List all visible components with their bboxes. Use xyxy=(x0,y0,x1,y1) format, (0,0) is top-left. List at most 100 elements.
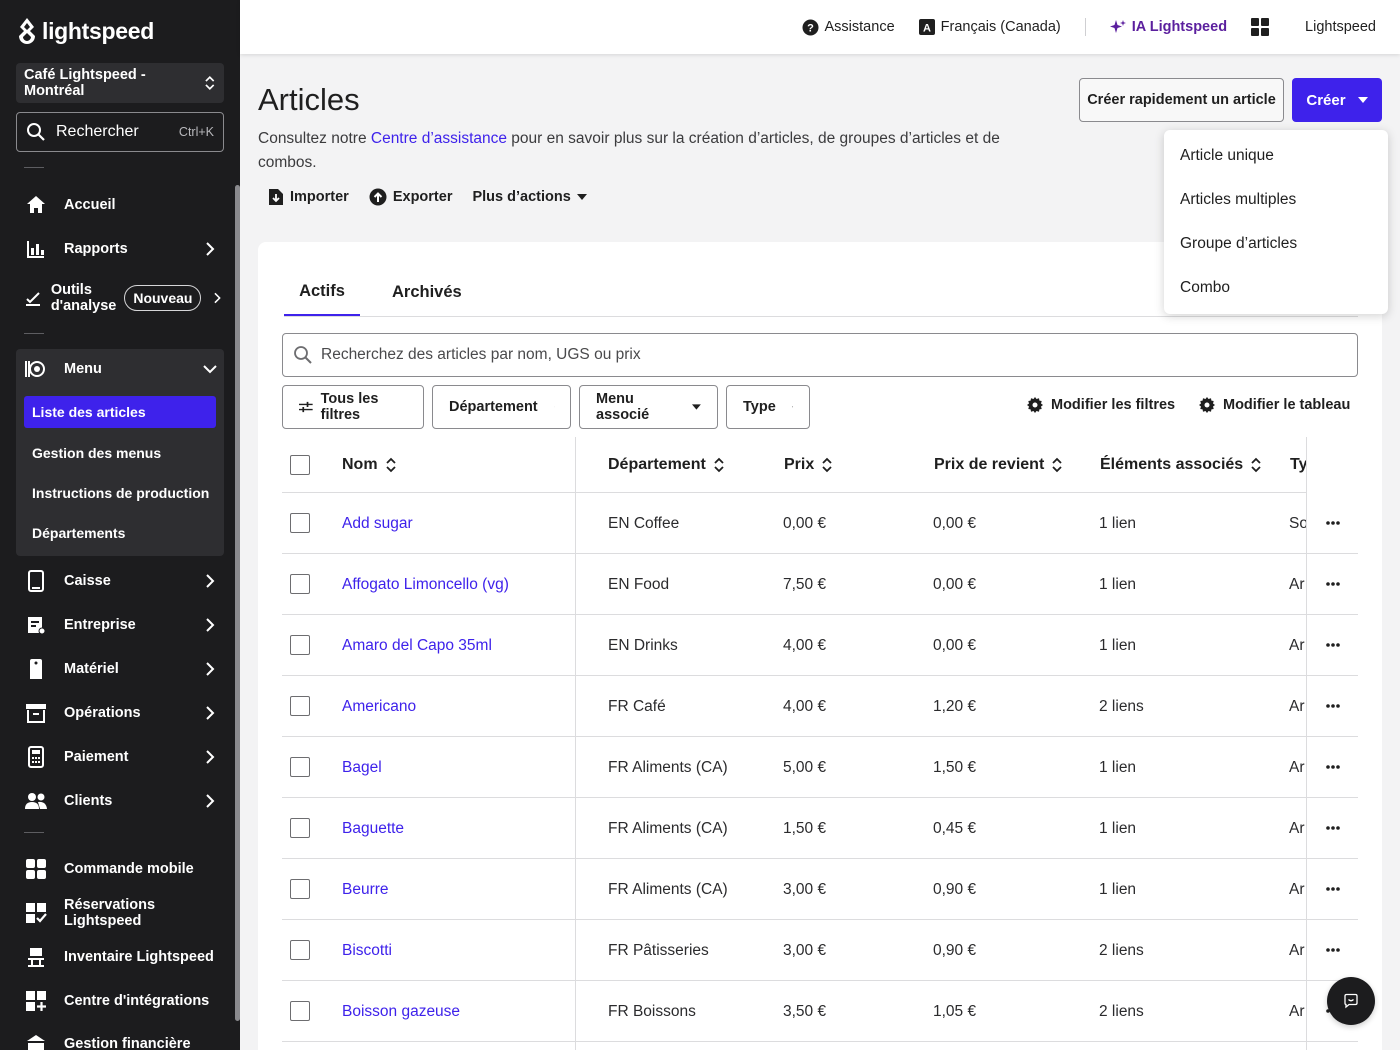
nav-integrations[interactable]: Centre d'intégrations xyxy=(16,981,224,1021)
article-search-input[interactable] xyxy=(321,346,1357,364)
sub-item-gestion-menus[interactable]: Gestion des menus xyxy=(24,437,216,469)
department-filter[interactable]: Département xyxy=(432,385,571,429)
cell-cost: 0,00 € xyxy=(933,636,977,654)
nav-entreprise[interactable]: Entreprise xyxy=(16,605,224,645)
row-actions-button[interactable] xyxy=(1322,817,1344,839)
row-checkbox[interactable] xyxy=(290,940,310,960)
nav-paiement[interactable]: Paiement xyxy=(16,737,224,777)
home-icon xyxy=(24,193,48,217)
table-row[interactable]: Americano FR Café 4,00 € 1,20 € 2 liens Ar xyxy=(282,676,1358,737)
column-header-cost[interactable]: Prix de revient xyxy=(934,437,1062,493)
sub-item-departements[interactable]: Départements xyxy=(24,517,216,549)
nav-commande-mobile[interactable]: Commande mobile xyxy=(16,849,224,889)
chat-button[interactable] xyxy=(1327,977,1375,1025)
menu-item-groupe-articles[interactable]: Groupe d’articles xyxy=(1164,222,1388,266)
menu-item-articles-multiples[interactable]: Articles multiples xyxy=(1164,178,1388,222)
table-row[interactable]: Affogato Limoncello (vg) EN Food 7,50 € 0,0… xyxy=(282,554,1358,615)
nav-inventaire[interactable]: Inventaire Lightspeed xyxy=(16,937,224,977)
nav-gestion-financiere[interactable]: Gestion financière xyxy=(16,1024,224,1050)
apps-launcher[interactable] xyxy=(1251,18,1270,36)
nav-clients[interactable]: Clients xyxy=(16,781,224,821)
language-selector[interactable]: A Français (Canada) xyxy=(918,19,1061,35)
cell-name[interactable]: Add sugar xyxy=(342,493,582,554)
article-search[interactable] xyxy=(282,333,1358,377)
all-filters-button[interactable]: Tous les filtres xyxy=(282,385,424,429)
cell-name[interactable]: Boisson gazeuse xyxy=(342,981,582,1042)
tab-actifs[interactable]: Actifs xyxy=(284,268,360,316)
table-row[interactable]: Amaro del Capo 35ml EN Drinks 4,00 € 0,00 €… xyxy=(282,615,1358,676)
table-row[interactable]: Beurre FR Aliments (CA) 3,00 € 0,90 € 1 lien… xyxy=(282,859,1358,920)
column-header-price[interactable]: Prix xyxy=(784,437,832,493)
analytics-icon xyxy=(24,286,43,310)
venue-selector[interactable]: Café Lightspeed - Montréal xyxy=(16,63,224,103)
row-actions-button[interactable] xyxy=(1322,634,1344,656)
more-actions-button[interactable]: Plus d’actions xyxy=(472,189,587,205)
table-row[interactable]: Boisson gazeuse FR Boissons 3,50 € 1,05 € 2 … xyxy=(282,981,1358,1042)
create-menu: Article unique Articles multiples Groupe… xyxy=(1164,130,1388,314)
row-actions-button[interactable] xyxy=(1322,573,1344,595)
menu-item-article-unique[interactable]: Article unique xyxy=(1164,134,1388,178)
table-row[interactable]: Bagel FR Aliments (CA) 5,00 € 1,50 € 1 lien A… xyxy=(282,737,1358,798)
column-header-type[interactable]: Ty xyxy=(1290,437,1306,493)
cell-department: EN Drinks xyxy=(608,636,678,654)
row-checkbox[interactable] xyxy=(290,513,310,533)
row-actions-button[interactable] xyxy=(1322,878,1344,900)
cell-name[interactable]: Baguette xyxy=(342,798,582,859)
table-row[interactable]: Add sugar EN Coffee 0,00 € 0,00 € 1 lien So xyxy=(282,493,1358,554)
row-checkbox[interactable] xyxy=(290,757,310,777)
row-actions-button[interactable] xyxy=(1322,695,1344,717)
row-checkbox[interactable] xyxy=(290,696,310,716)
cell-name[interactable]: Bagel xyxy=(342,737,582,798)
tab-archives[interactable]: Archivés xyxy=(392,268,462,316)
cell-name[interactable]: Beurre xyxy=(342,859,582,920)
description-text: Consultez notre xyxy=(258,130,371,147)
lightspeed-logo[interactable]: lightspeed xyxy=(16,16,154,46)
type-filter[interactable]: Type xyxy=(726,385,810,429)
export-button[interactable]: Exporter xyxy=(369,188,452,206)
row-checkbox[interactable] xyxy=(290,818,310,838)
cell-name[interactable]: Amaro del Capo 35ml xyxy=(342,615,582,676)
quick-create-button[interactable]: Créer rapidement un article xyxy=(1079,78,1284,122)
column-header-name[interactable]: Nom xyxy=(342,437,396,493)
row-actions-button[interactable] xyxy=(1322,512,1344,534)
cell-name[interactable]: Affogato Limoncello (vg) xyxy=(342,554,582,615)
edit-filters-button[interactable]: Modifier les filtres xyxy=(1027,397,1175,413)
cell-name[interactable]: Americano xyxy=(342,676,582,737)
row-actions-button[interactable] xyxy=(1322,939,1344,961)
menu-filter[interactable]: Menu associé xyxy=(579,385,718,429)
column-header-department[interactable]: Département xyxy=(608,437,724,493)
row-checkbox[interactable] xyxy=(290,1001,310,1021)
select-all-checkbox[interactable] xyxy=(290,455,310,475)
nav-accueil[interactable]: Accueil xyxy=(16,185,224,225)
nav-operations[interactable]: Opérations xyxy=(16,693,224,733)
nav-outils-analyse[interactable]: Outils d'analyse Nouveau xyxy=(16,277,224,319)
ai-lightspeed-link[interactable]: IA Lightspeed xyxy=(1109,19,1227,35)
table-row[interactable]: Biscotti FR Pâtisseries 3,00 € 0,90 € 2 lien… xyxy=(282,920,1358,981)
row-actions-button[interactable] xyxy=(1322,756,1344,778)
column-header-linked[interactable]: Éléments associés xyxy=(1100,437,1261,493)
sub-item-liste-articles[interactable]: Liste des articles xyxy=(24,396,216,428)
nav-reservations[interactable]: Réservations Lightspeed xyxy=(16,893,224,933)
edit-table-button[interactable]: Modifier le tableau xyxy=(1199,397,1350,413)
table-row[interactable]: Baguette FR Aliments (CA) 1,50 € 0,45 € 1 li… xyxy=(282,798,1358,859)
row-checkbox[interactable] xyxy=(290,574,310,594)
sub-item-instructions-production[interactable]: Instructions de production xyxy=(24,477,216,509)
menu-item-combo[interactable]: Combo xyxy=(1164,266,1388,310)
row-checkbox[interactable] xyxy=(290,635,310,655)
sliders-icon xyxy=(299,401,313,413)
assistance-link[interactable]: ? Assistance xyxy=(802,19,895,36)
cell-price: 4,00 € xyxy=(783,697,827,715)
sidebar-search[interactable]: Rechercher Ctrl+K xyxy=(16,112,224,152)
nav-rapports[interactable]: Rapports xyxy=(16,229,224,269)
nav-menu[interactable]: Menu xyxy=(16,349,224,389)
help-center-link[interactable]: Centre d’assistance xyxy=(371,130,507,147)
mobile-order-icon xyxy=(24,857,48,881)
nav-materiel[interactable]: Matériel xyxy=(16,649,224,689)
sidebar-scrollbar[interactable] xyxy=(235,185,240,1021)
account-menu[interactable]: Lightspeed xyxy=(1305,19,1376,35)
nav-caisse[interactable]: Caisse xyxy=(16,561,224,601)
cell-name[interactable]: Biscotti xyxy=(342,920,582,981)
create-button[interactable]: Créer xyxy=(1292,78,1382,122)
import-button[interactable]: Importer xyxy=(268,188,349,206)
row-checkbox[interactable] xyxy=(290,879,310,899)
